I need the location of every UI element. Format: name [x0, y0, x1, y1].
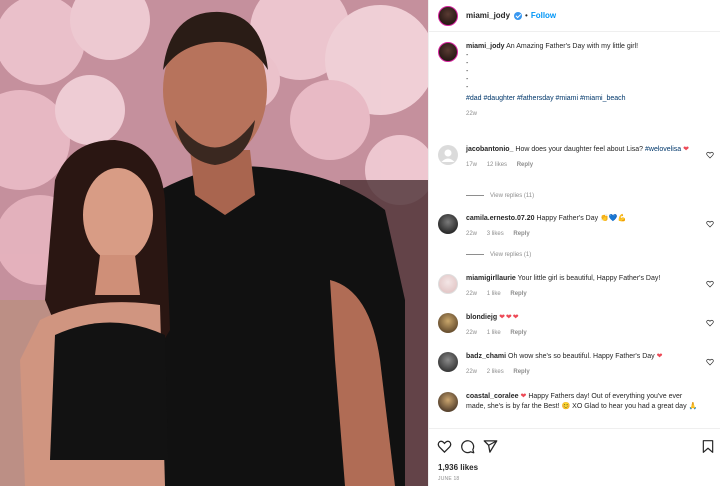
reply-button[interactable]: Reply — [510, 291, 526, 297]
comment-username[interactable]: jacobantonio_ — [466, 146, 513, 153]
verified-icon — [514, 11, 523, 20]
post-date: JUNE 18 — [438, 476, 460, 482]
comment-likes[interactable]: 1 like — [487, 291, 501, 297]
smile-emoji-icon: 😊 — [561, 403, 571, 410]
caption-body: miami_jody An Amazing Father's Day with … — [466, 42, 698, 119]
comment-body: miamigirllaurie Your little girl is beau… — [466, 274, 698, 299]
reply-button[interactable]: Reply — [513, 231, 529, 237]
post-footer: 1,936 likes JUNE 18 — [429, 428, 720, 486]
comment-avatar[interactable] — [438, 392, 458, 412]
action-bar — [437, 439, 498, 454]
post-photo[interactable] — [0, 0, 428, 486]
three-hearts-emoji-icon: ❤❤❤ — [499, 314, 520, 321]
comment-likes[interactable]: 1 like — [487, 330, 501, 336]
view-replies-link[interactable]: View replies (1) — [466, 252, 531, 258]
like-comment-heart-icon[interactable] — [706, 319, 714, 327]
comment-meta: 22w 3 likes Reply — [466, 229, 698, 239]
default-avatar-icon — [441, 149, 455, 162]
like-comment-heart-icon[interactable] — [706, 280, 714, 288]
comment-icon[interactable] — [460, 439, 475, 454]
caption-dash: - — [466, 84, 469, 91]
comment-text: Oh wow she's so beautiful. Happy Father'… — [508, 353, 655, 360]
caption-meta: 22w — [466, 109, 698, 119]
like-comment-heart-icon[interactable] — [706, 151, 714, 159]
share-icon[interactable] — [483, 439, 498, 454]
comment-username[interactable]: blondiejg — [466, 314, 497, 321]
author-avatar[interactable] — [438, 5, 458, 26]
post-panel: miami_jody • Follow miami_jody An Amazin… — [428, 0, 720, 486]
caption-time: 22w — [466, 111, 478, 117]
comment-body: camila.ernesto.07.20 Happy Father's Day … — [466, 214, 698, 239]
comment-body: coastal_coralee ❤ Happy Fathers day! Out… — [466, 392, 698, 412]
comment-likes[interactable]: 2 likes — [487, 369, 504, 375]
heart-emoji-icon: ❤ — [683, 146, 690, 153]
like-comment-heart-icon[interactable] — [706, 220, 714, 228]
comment-body: badz_chami Oh wow she's so beautiful. Ha… — [466, 352, 698, 377]
reply-button[interactable]: Reply — [510, 330, 526, 336]
heart-emoji-icon: ❤ — [520, 393, 527, 400]
caption-avatar[interactable] — [438, 42, 458, 62]
comment-username[interactable]: camila.ernesto.07.20 — [466, 215, 535, 222]
caption-username[interactable]: miami_jody — [466, 43, 505, 50]
comment-time: 22w — [466, 231, 478, 237]
like-comment-heart-icon[interactable] — [706, 358, 714, 366]
comment-avatar[interactable] — [438, 274, 458, 294]
comment-body: jacobantonio_ How does your daughter fee… — [466, 145, 698, 170]
caption-text: An Amazing Father's Day with my little g… — [506, 43, 639, 50]
caption-dash: - — [466, 60, 469, 67]
caption-dash: - — [466, 52, 469, 59]
comment-time: 17w — [466, 162, 478, 168]
comment-meta: 17w 12 likes Reply — [466, 160, 698, 170]
caption-dash: - — [466, 76, 469, 83]
comment-body: blondiejg ❤❤❤ 22w 1 like Reply — [466, 313, 698, 338]
follow-button[interactable]: Follow — [531, 11, 556, 20]
comment-username[interactable]: coastal_coralee — [466, 393, 519, 400]
comment-username[interactable]: miamigirllaurie — [466, 275, 516, 282]
comment-text: How does your daughter feel about Lisa? — [515, 146, 644, 153]
comment-meta: 22w 2 likes Reply — [466, 367, 698, 377]
comment-meta: 22w 1 like Reply — [466, 289, 698, 299]
clap-heart-muscle-emoji-icon: 👏💙💪 — [600, 215, 627, 222]
save-button[interactable] — [701, 439, 715, 454]
comment-time: 22w — [466, 369, 478, 375]
comment-avatar[interactable] — [438, 145, 458, 165]
comment-avatar[interactable] — [438, 214, 458, 234]
comment-text: XO Glad to hear you had a great day — [572, 403, 687, 410]
comment-hashtag[interactable]: #welovelisa — [645, 146, 681, 153]
view-replies-link[interactable]: View replies (11) — [466, 193, 534, 199]
caption-hashtags[interactable]: #dad #daughter #fathersday #miami #miami… — [466, 94, 698, 104]
author-username[interactable]: miami_jody — [466, 11, 510, 20]
reply-button[interactable]: Reply — [517, 162, 533, 168]
caption-dash: - — [466, 68, 469, 75]
reply-button[interactable]: Reply — [513, 369, 529, 375]
comment-text: Happy Father's Day — [536, 215, 599, 222]
comment-username[interactable]: badz_chami — [466, 353, 506, 360]
comment-meta: 22w 1 like Reply — [466, 328, 698, 338]
comment-likes[interactable]: 3 likes — [487, 231, 504, 237]
like-count[interactable]: 1,936 likes — [438, 463, 478, 472]
heart-icon[interactable] — [437, 439, 452, 454]
comment-time: 22w — [466, 291, 478, 297]
save-icon[interactable] — [701, 439, 715, 454]
separator-dot: • — [525, 11, 528, 20]
comment-likes[interactable]: 12 likes — [487, 162, 507, 168]
comment-text: Your little girl is beautiful, Happy Fat… — [517, 275, 661, 282]
comment-time: 22w — [466, 330, 478, 336]
heart-emoji-icon: ❤ — [656, 353, 663, 360]
comment-avatar[interactable] — [438, 313, 458, 333]
pray-emoji-icon: 🙏 — [688, 403, 698, 410]
post-header: miami_jody • Follow — [429, 0, 720, 32]
photo-illustration — [0, 0, 428, 486]
comment-avatar[interactable] — [438, 352, 458, 372]
